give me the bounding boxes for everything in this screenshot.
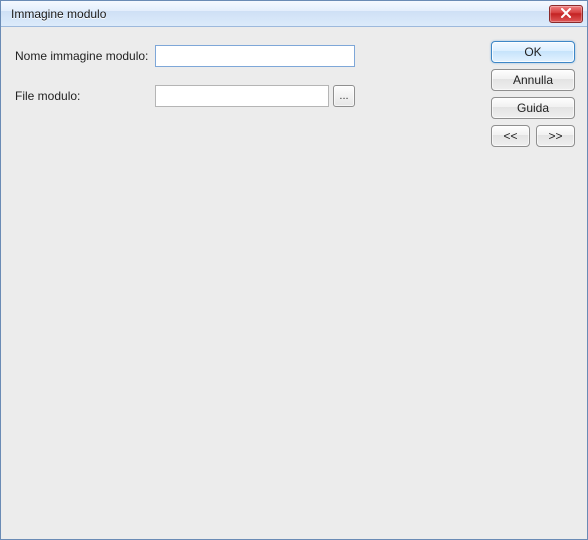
next-button[interactable]: >> — [536, 125, 575, 147]
help-button-label: Guida — [517, 101, 549, 115]
close-icon — [560, 7, 572, 21]
row-image-name: Nome immagine modulo: — [15, 45, 477, 67]
next-button-label: >> — [548, 129, 562, 143]
cancel-button-label: Annulla — [513, 73, 553, 87]
form-area: Nome immagine modulo: File modulo: ... — [1, 27, 487, 539]
help-button[interactable]: Guida — [491, 97, 575, 119]
cancel-button[interactable]: Annulla — [491, 69, 575, 91]
prev-button[interactable]: << — [491, 125, 530, 147]
close-button[interactable] — [549, 5, 583, 23]
dialog-window: Immagine modulo Nome immagine modulo: Fi… — [0, 0, 588, 540]
file-label: File modulo: — [15, 89, 155, 103]
ok-button[interactable]: OK — [491, 41, 575, 63]
ellipsis-icon: ... — [339, 90, 348, 102]
file-path-input[interactable] — [155, 85, 329, 107]
nav-button-row: << >> — [491, 125, 575, 147]
image-name-input[interactable] — [155, 45, 355, 67]
button-column: OK Annulla Guida << >> — [487, 27, 587, 539]
window-title: Immagine modulo — [11, 7, 549, 21]
prev-button-label: << — [503, 129, 517, 143]
browse-button[interactable]: ... — [333, 85, 355, 107]
ok-button-label: OK — [524, 45, 541, 59]
image-name-label: Nome immagine modulo: — [15, 49, 155, 63]
row-file: File modulo: ... — [15, 85, 477, 107]
title-bar: Immagine modulo — [1, 1, 587, 27]
file-input-group: ... — [155, 85, 355, 107]
dialog-content: Nome immagine modulo: File modulo: ... O… — [1, 27, 587, 539]
